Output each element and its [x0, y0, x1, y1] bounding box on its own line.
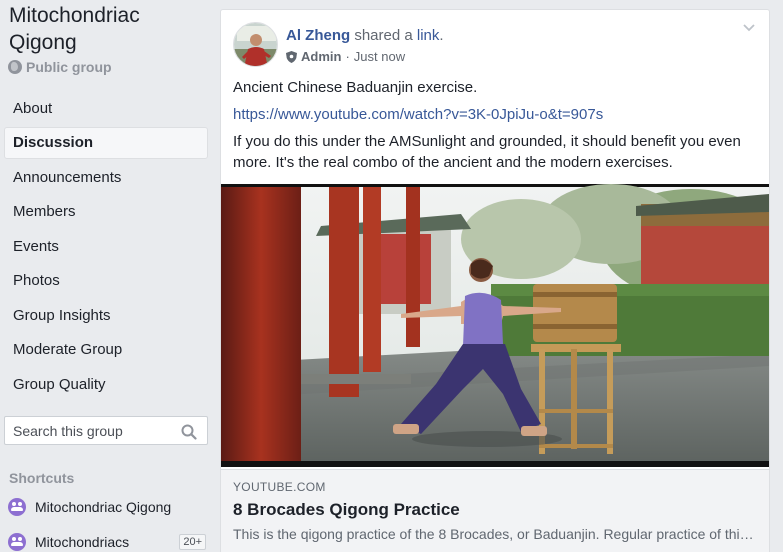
- post-meta: Admin · Just now: [286, 49, 405, 64]
- shortcut-item[interactable]: Mitochondriacs 20+: [8, 531, 206, 552]
- shortcut-label[interactable]: Mitochondriac Qigong: [35, 499, 171, 515]
- post-url-link[interactable]: https://www.youtube.com/watch?v=3K-0JpiJ…: [233, 106, 603, 123]
- nav-item-group-insights[interactable]: Group Insights: [4, 300, 208, 332]
- group-icon: [8, 498, 26, 516]
- nav-item-photos[interactable]: Photos: [4, 265, 208, 297]
- chevron-down-icon[interactable]: [743, 24, 755, 32]
- nav-item-about[interactable]: About: [4, 93, 208, 125]
- privacy-text: Public group: [26, 59, 112, 75]
- shield-icon: [286, 50, 297, 63]
- group-title[interactable]: Mitochondriac Qigong: [9, 2, 140, 56]
- post-url-wrap: https://www.youtube.com/watch?v=3K-0JpiJ…: [233, 104, 763, 125]
- post-card: Al Zheng shared a link. Admin · Just now…: [220, 9, 770, 552]
- nav-item-group-quality[interactable]: Group Quality: [4, 369, 208, 401]
- action-prefix: shared a: [354, 27, 413, 44]
- preview-description: This is the qigong practice of the 8 Bro…: [233, 526, 755, 542]
- group-search: [4, 416, 208, 445]
- author-name[interactable]: Al Zheng: [286, 27, 350, 44]
- action-suffix: .: [439, 27, 444, 44]
- post-timestamp[interactable]: Just now: [354, 49, 405, 64]
- link-preview-image[interactable]: [221, 184, 769, 467]
- meta-separator: ·: [345, 49, 350, 64]
- video-thumbnail: [221, 184, 769, 467]
- group-icon: [8, 533, 26, 551]
- privacy-label: Public group: [8, 59, 112, 75]
- shortcut-count-badge: 20+: [179, 534, 206, 550]
- left-sidebar: Mitochondriac Qigong Public group About …: [0, 0, 212, 552]
- shortcuts-heading: Shortcuts: [9, 470, 75, 486]
- nav-item-moderate-group[interactable]: Moderate Group: [4, 334, 208, 366]
- group-title-line2[interactable]: Qigong: [9, 29, 140, 56]
- group-nav: About Discussion Announcements Members E…: [4, 93, 208, 403]
- post-header: Al Zheng shared a link.: [286, 27, 444, 44]
- nav-item-members[interactable]: Members: [4, 196, 208, 228]
- group-search-input[interactable]: [5, 422, 175, 439]
- post-text-line1: Ancient Chinese Baduanjin exercise.: [233, 79, 478, 96]
- shortcut-label[interactable]: Mitochondriacs: [35, 534, 129, 550]
- action-link[interactable]: link: [417, 27, 440, 44]
- nav-item-announcements[interactable]: Announcements: [4, 162, 208, 194]
- shortcut-item[interactable]: Mitochondriac Qigong: [8, 496, 206, 518]
- group-title-line1[interactable]: Mitochondriac: [9, 2, 140, 29]
- avatar[interactable]: [233, 22, 278, 67]
- nav-item-discussion[interactable]: Discussion: [4, 127, 208, 160]
- link-preview[interactable]: YOUTUBE.COM 8 Brocades Qigong Practice T…: [221, 469, 769, 552]
- nav-item-events[interactable]: Events: [4, 231, 208, 263]
- globe-icon: [8, 60, 22, 74]
- post-text-body: If you do this under the AMSunlight and …: [233, 133, 741, 171]
- preview-title[interactable]: 8 Brocades Qigong Practice: [233, 500, 757, 520]
- search-icon[interactable]: [181, 424, 197, 440]
- admin-badge: Admin: [301, 49, 342, 64]
- preview-domain: YOUTUBE.COM: [233, 480, 326, 494]
